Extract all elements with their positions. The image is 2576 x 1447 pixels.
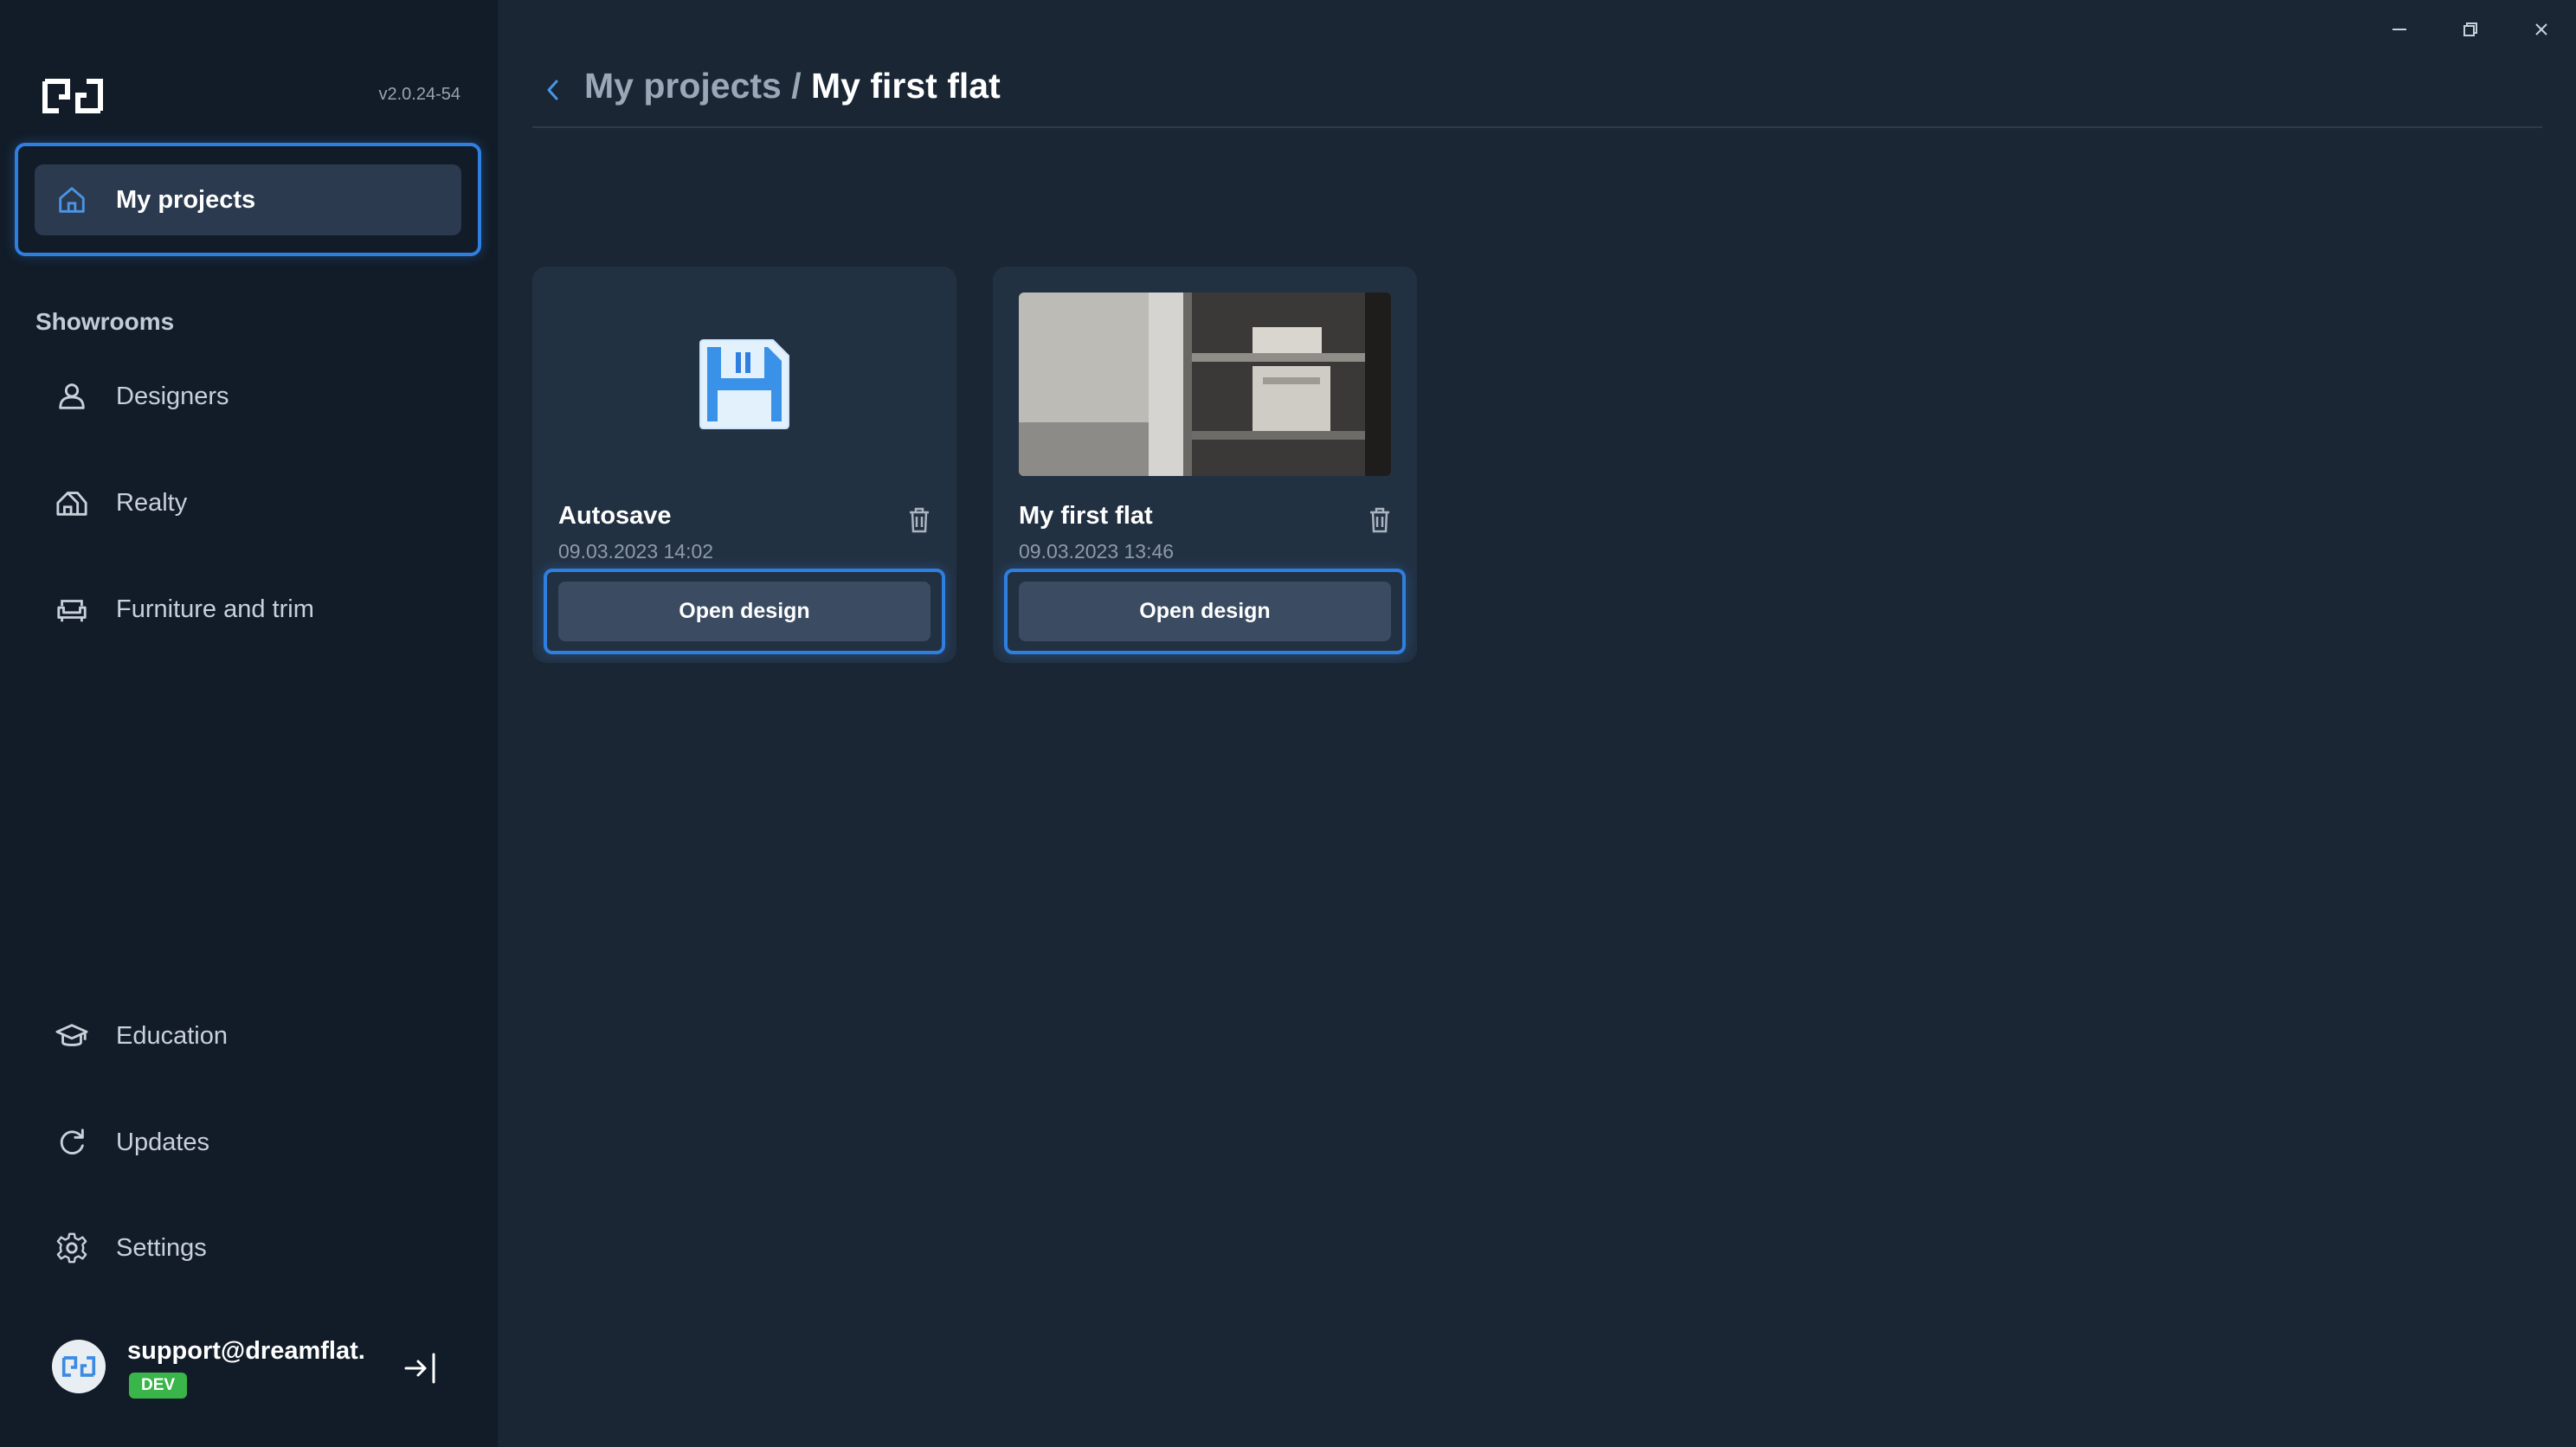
trash-icon xyxy=(910,507,929,533)
open-design-button[interactable]: Open design xyxy=(558,582,931,641)
sidebar: v2.0.24-54 My projects Showrooms Designe… xyxy=(0,0,498,1447)
breadcrumb-parent-link[interactable]: My projects xyxy=(584,66,782,106)
project-thumbnail xyxy=(1019,293,1391,476)
sidebar-item-label: Updates xyxy=(116,1128,210,1156)
realty-icon xyxy=(54,485,90,521)
project-title: Autosave xyxy=(558,502,672,530)
close-button[interactable] xyxy=(2521,12,2561,47)
home-icon xyxy=(54,182,90,218)
project-date: 09.03.2023 13:46 xyxy=(1019,540,1175,563)
sidebar-item-label: Settings xyxy=(116,1233,207,1262)
sidebar-item-label: Furniture and trim xyxy=(116,595,314,623)
app-logo xyxy=(42,76,104,116)
sidebar-item-settings[interactable]: Settings xyxy=(35,1212,461,1283)
sidebar-item-education[interactable]: Education xyxy=(35,1000,461,1071)
sidebar-item-updates[interactable]: Updates xyxy=(35,1107,461,1178)
avatar[interactable] xyxy=(52,1340,106,1393)
restore-button[interactable] xyxy=(2450,12,2490,47)
chevron-left-icon xyxy=(547,80,558,100)
sidebar-item-label: My projects xyxy=(116,185,256,214)
breadcrumb-separator: / xyxy=(781,66,812,106)
logout-icon xyxy=(404,1353,435,1384)
trash-icon xyxy=(1370,507,1389,533)
dev-badge: DEV xyxy=(129,1373,188,1399)
user-email: support@dreamflat.c xyxy=(127,1337,365,1365)
gear-icon xyxy=(54,1230,90,1266)
restore-icon xyxy=(2463,23,2477,36)
app-version: v2.0.24-54 xyxy=(378,85,460,104)
furniture-icon xyxy=(54,591,90,627)
sidebar-item-label: Designers xyxy=(116,382,229,410)
page-title: My first flat xyxy=(811,66,1001,106)
delete-project-button[interactable] xyxy=(906,505,932,535)
project-card-my-first-flat: My first flat 09.03.2023 13:46 Open desi… xyxy=(993,267,1417,663)
logout-button[interactable] xyxy=(402,1349,441,1387)
sidebar-item-my-projects[interactable]: My projects xyxy=(35,164,461,235)
education-icon xyxy=(54,1018,90,1054)
floppy-disk-icon xyxy=(699,339,789,429)
delete-project-button[interactable] xyxy=(1367,505,1393,535)
app-window: v2.0.24-54 My projects Showrooms Designe… xyxy=(0,0,2576,1447)
project-date: 09.03.2023 14:02 xyxy=(558,540,714,563)
showrooms-heading: Showrooms xyxy=(35,308,175,335)
sidebar-item-label: Realty xyxy=(116,488,188,517)
minimize-icon xyxy=(2392,29,2406,30)
project-card-autosave: Autosave 09.03.2023 14:02 Open design xyxy=(532,267,956,663)
sidebar-item-furniture-and-trim[interactable]: Furniture and trim xyxy=(35,574,461,645)
back-button[interactable] xyxy=(538,73,568,107)
user-account: support@dreamflat.c DEV xyxy=(52,1337,459,1415)
sidebar-item-label: Education xyxy=(116,1021,228,1050)
sidebar-item-designers[interactable]: Designers xyxy=(35,361,461,432)
minimize-button[interactable] xyxy=(2380,12,2419,47)
header-divider xyxy=(532,126,2542,128)
breadcrumb: My projects / My first flat xyxy=(584,66,1001,106)
open-design-button[interactable]: Open design xyxy=(1019,582,1391,641)
refresh-icon xyxy=(54,1124,90,1161)
project-title: My first flat xyxy=(1019,502,1153,530)
designers-icon xyxy=(54,378,90,415)
close-icon xyxy=(2535,23,2547,35)
room-photo xyxy=(1019,293,1391,476)
sidebar-item-realty[interactable]: Realty xyxy=(35,467,461,538)
project-thumbnail xyxy=(558,293,931,476)
